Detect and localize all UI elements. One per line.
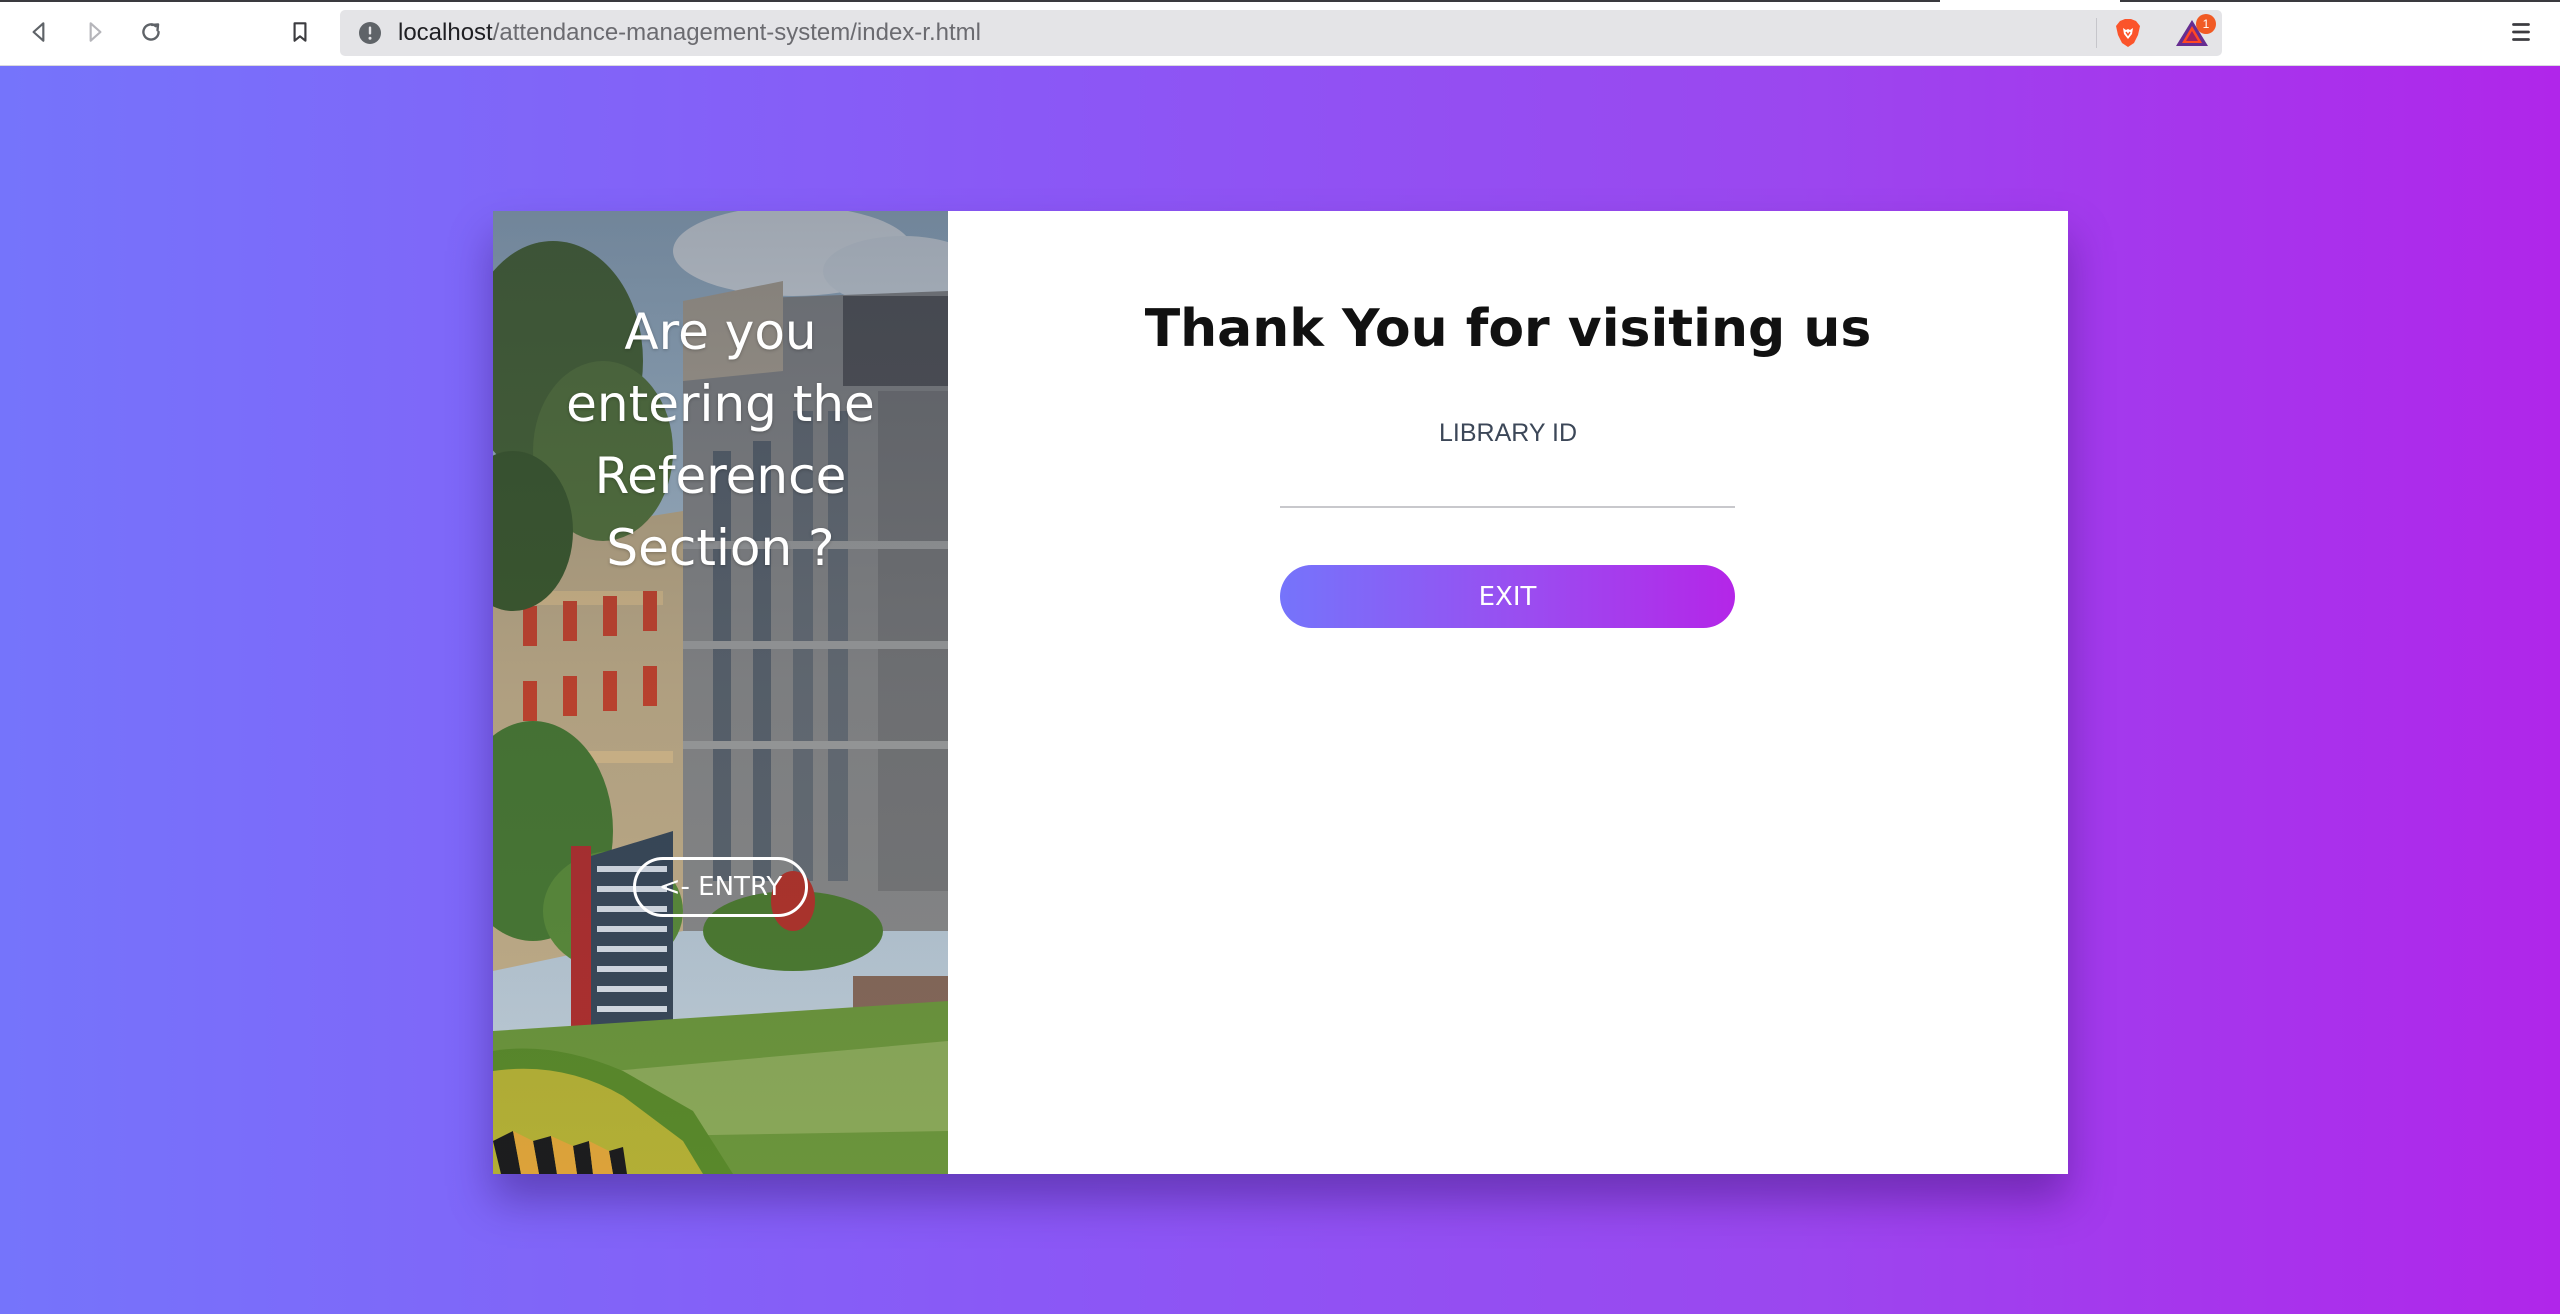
library-id-input[interactable] bbox=[1280, 466, 1735, 508]
back-arrow-icon bbox=[32, 22, 45, 42]
bookmark-button[interactable] bbox=[283, 15, 317, 49]
bookmark-icon bbox=[293, 22, 307, 42]
url-host: localhost bbox=[398, 19, 493, 46]
library-id-label: LIBRARY ID bbox=[1438, 419, 1578, 447]
exit-button[interactable]: EXIT bbox=[1280, 565, 1735, 628]
tab-strip-edge bbox=[0, 0, 2560, 2]
info-icon[interactable] bbox=[358, 21, 382, 45]
active-tab-indicator bbox=[1940, 0, 2120, 2]
forward-arrow-icon bbox=[89, 22, 102, 42]
hamburger-menu-icon[interactable] bbox=[2506, 17, 2536, 47]
back-button[interactable] bbox=[22, 15, 56, 49]
address-bar[interactable]: localhost/attendance-management-system/i… bbox=[340, 10, 2222, 56]
reload-icon bbox=[142, 23, 160, 41]
reference-section-question: Are you entering the Reference Section ? bbox=[566, 303, 875, 577]
url-text[interactable]: localhost/attendance-management-system/i… bbox=[398, 10, 981, 56]
rewards-badge: 1 bbox=[2196, 14, 2216, 34]
entry-button[interactable]: <- ENTRY bbox=[633, 857, 808, 917]
browser-toolbar: localhost/attendance-management-system/i… bbox=[0, 0, 2560, 66]
page-title: Thank You for visiting us bbox=[1144, 299, 1872, 359]
campus-photo-panel: Are you entering the Reference Section ?… bbox=[493, 211, 948, 1174]
url-divider bbox=[2096, 18, 2097, 48]
page-background: Are you entering the Reference Section ?… bbox=[0, 66, 2560, 1314]
reload-button[interactable] bbox=[134, 15, 168, 49]
attendance-card: Are you entering the Reference Section ?… bbox=[493, 211, 2068, 1174]
brave-lion-icon[interactable] bbox=[2112, 17, 2144, 49]
forward-button[interactable] bbox=[78, 15, 112, 49]
url-path: /attendance-management-system/index-r.ht… bbox=[492, 19, 981, 46]
